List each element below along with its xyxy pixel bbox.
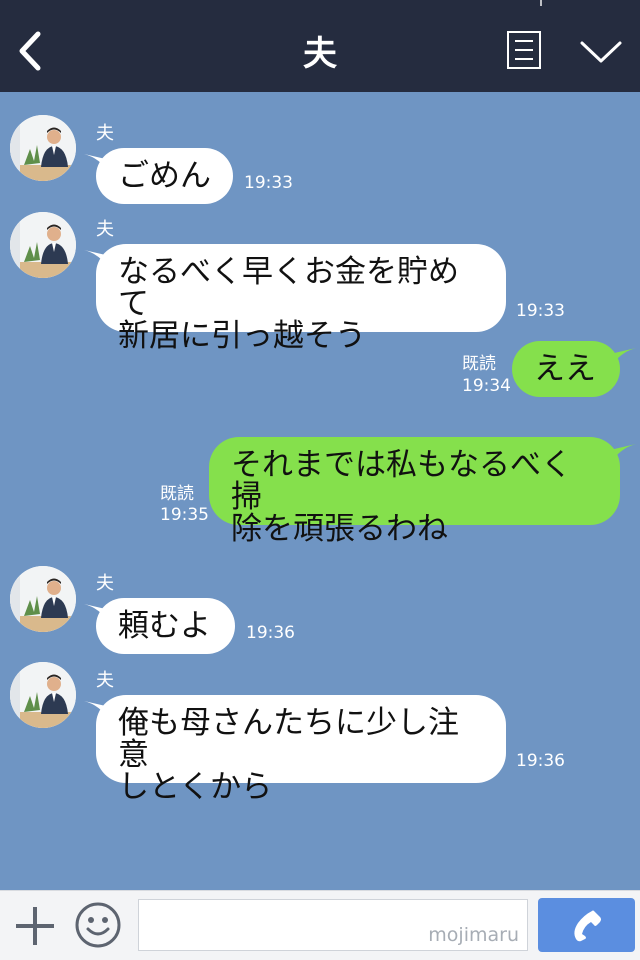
message-bubble[interactable]: 頼むよ	[96, 598, 235, 654]
status-mark	[540, 0, 542, 6]
sender-name: 夫	[96, 123, 114, 144]
read-receipt: 既読	[462, 354, 496, 374]
chat-screen: 夫 夫 ごめん 19:33 夫 なるべく早くお金を貯めて 新居に引っ越そう 19…	[0, 0, 640, 960]
message-input[interactable]: mojimaru	[138, 899, 528, 951]
watermark-text: mojimaru	[428, 924, 519, 946]
message-text: ごめん	[118, 158, 211, 194]
sender-name: 夫	[96, 219, 114, 240]
message-list[interactable]: 夫 ごめん 19:33 夫 なるべく早くお金を貯めて 新居に引っ越そう 19:3…	[0, 92, 640, 890]
input-bar: mojimaru	[0, 890, 640, 960]
message-text-line: なるべく早くお金を貯めて	[118, 254, 459, 322]
collapse-button[interactable]	[578, 33, 624, 69]
message-time: 19:36	[516, 751, 565, 771]
notes-button[interactable]	[507, 31, 541, 69]
plus-icon	[16, 907, 54, 945]
message-bubble[interactable]: ええ	[512, 341, 620, 397]
smiley-icon	[75, 902, 121, 948]
message-bubble[interactable]: それまでは私もなるべく掃 除を頑張るわね	[209, 437, 620, 545]
message-bubble[interactable]: 俺も母さんたちに少し注意 しとくから	[96, 695, 506, 803]
message-text-line: 除を頑張るわね	[231, 511, 448, 547]
message-text-line: それまでは私もなるべく掃	[231, 447, 572, 515]
avatar-image	[10, 212, 76, 278]
notes-icon-line	[515, 49, 533, 51]
message-time: 19:33	[516, 301, 565, 321]
chat-title: 夫	[303, 34, 337, 74]
sender-name: 夫	[96, 573, 114, 594]
message-time: 19:36	[246, 623, 295, 643]
chevron-down-icon	[580, 41, 622, 63]
message-bubble[interactable]: なるべく早くお金を貯めて 新居に引っ越そう	[96, 244, 506, 352]
message-text-line: 新居に引っ越そう	[118, 318, 366, 354]
header-bar: 夫	[0, 0, 640, 92]
avatar-image	[10, 662, 76, 728]
read-receipt: 既読	[160, 484, 194, 504]
message-bubble[interactable]: ごめん	[96, 148, 233, 204]
avatar-image	[10, 115, 76, 181]
message-text: 頼むよ	[118, 608, 211, 644]
message-time: 19:33	[244, 173, 293, 193]
bubble-tail	[610, 348, 636, 368]
bubble-tail	[610, 444, 636, 464]
avatar[interactable]	[10, 662, 76, 728]
message-text-line: 俺も母さんたちに少し注意	[118, 705, 459, 773]
avatar[interactable]	[10, 566, 76, 632]
message-text: ええ	[534, 351, 596, 387]
call-button[interactable]	[538, 898, 635, 952]
add-button[interactable]	[14, 905, 56, 947]
avatar-image	[10, 566, 76, 632]
message-time: 19:34	[462, 376, 511, 396]
message-time: 19:35	[160, 505, 209, 525]
message-text-line: しとくから	[118, 769, 273, 805]
sender-name: 夫	[96, 670, 114, 691]
notes-icon-line	[515, 40, 533, 42]
avatar[interactable]	[10, 115, 76, 181]
notes-icon-line	[515, 58, 533, 60]
phone-icon	[574, 910, 601, 942]
avatar[interactable]	[10, 212, 76, 278]
emoji-button[interactable]	[74, 901, 122, 949]
